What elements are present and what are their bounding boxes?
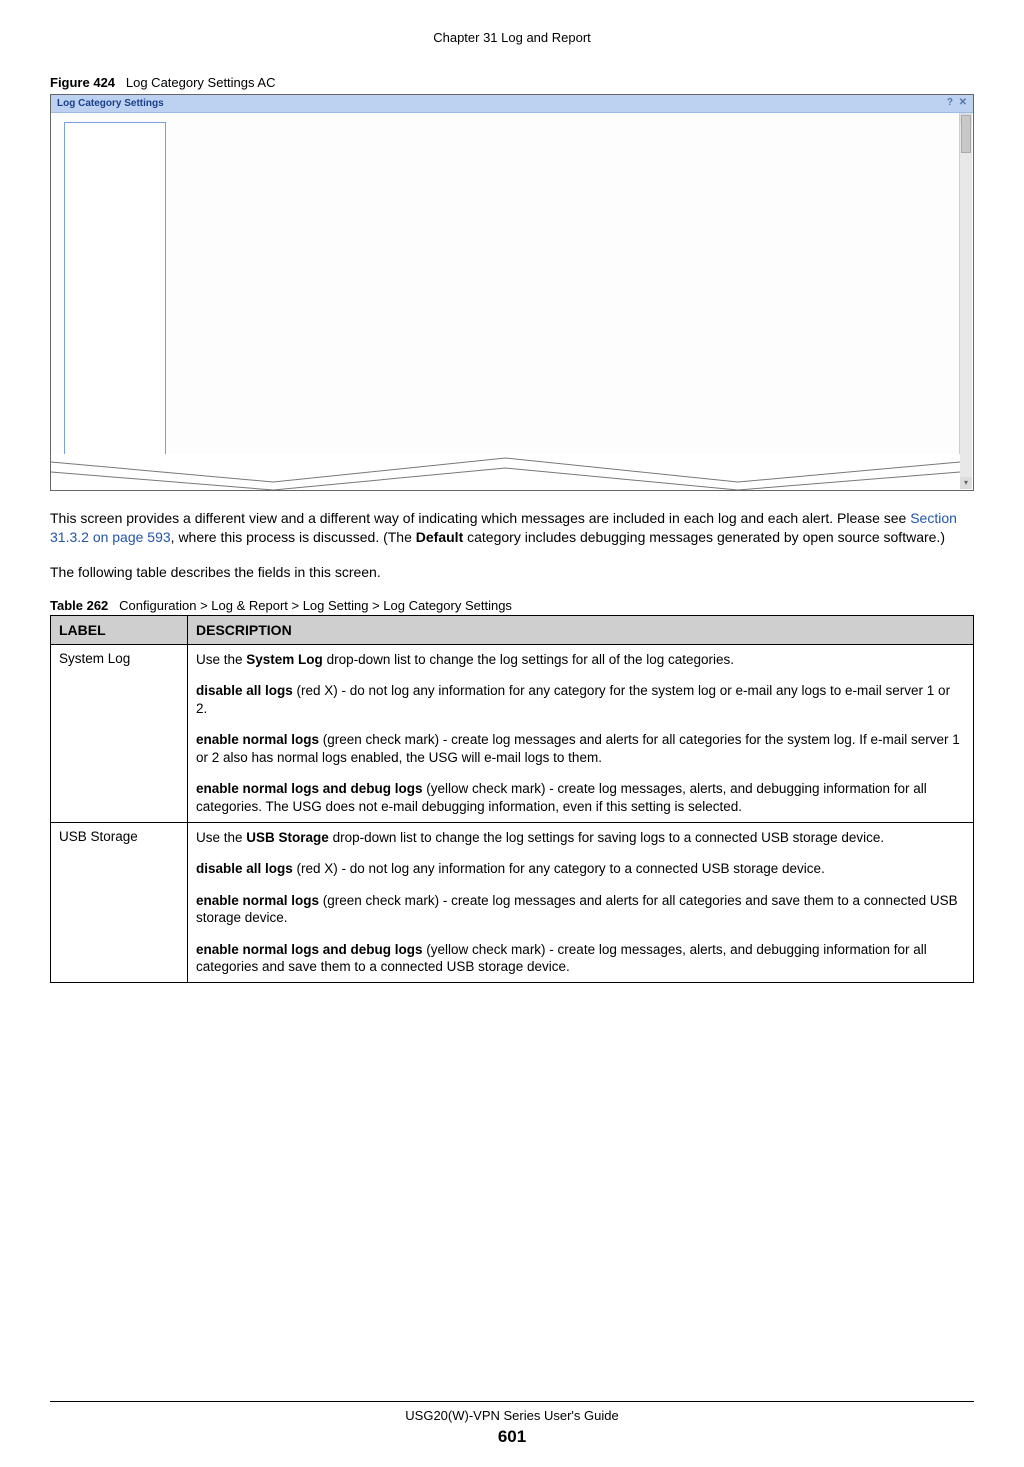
description-table: LABEL DESCRIPTION System Log Use the Sys… — [50, 615, 974, 983]
th-label: LABEL — [51, 615, 188, 644]
scroll-thumb[interactable] — [961, 115, 971, 153]
figure-label: Figure 424 — [50, 75, 115, 90]
table-row: System Log Use the System Log drop-down … — [51, 644, 974, 822]
toolbar: System Log▾USB Storage▾E-mail Server 1▾E… — [61, 121, 963, 491]
close-icon[interactable]: ✕ — [959, 97, 967, 108]
window-titlebar: Log Category Settings ? ✕ — [51, 95, 973, 113]
help-icon[interactable]: ? — [947, 97, 953, 108]
toolbar-dropdown[interactable]: Remote Server 4▾ — [782, 121, 876, 491]
table-caption: Table 262 Configuration > Log & Report >… — [50, 598, 974, 613]
row-label: System Log — [51, 644, 188, 822]
toolbar-dropdown[interactable]: E-mail Server 2▾ — [400, 121, 488, 491]
para-lead: The following table describes the fields… — [50, 563, 974, 582]
footer-page-number: 601 — [0, 1427, 1024, 1447]
scroll-down-icon[interactable]: ▾ — [960, 477, 972, 489]
row-desc: Use the System Log drop-down list to cha… — [188, 644, 974, 822]
figure-text: Log Category Settings AC — [126, 75, 276, 90]
row-desc: Use the USB Storage drop-down list to ch… — [188, 822, 974, 982]
toolbar-dropdown[interactable]: Remote Server 2▾ — [588, 121, 682, 491]
chapter-header: Chapter 31 Log and Report — [50, 30, 974, 45]
scrollbar[interactable]: ▴ ▾ — [959, 113, 972, 489]
th-description: DESCRIPTION — [188, 615, 974, 644]
toolbar-dropdown[interactable]: E-mail Server 1▾ — [309, 121, 397, 491]
table-row: USB Storage Use the USB Storage drop-dow… — [51, 822, 974, 982]
footer-guide: USG20(W)-VPN Series User's Guide — [0, 1408, 1024, 1423]
toolbar-icon — [64, 122, 166, 491]
para-intro: This screen provides a different view an… — [50, 509, 974, 547]
page-footer: USG20(W)-VPN Series User's Guide 601 — [0, 1401, 1024, 1447]
toolbar-dropdown[interactable]: Remote Server 1▾ — [491, 121, 585, 491]
toolbar-dropdown[interactable]: Remote Server 3▾ — [685, 121, 779, 491]
screenshot-window: Log Category Settings ? ✕ System Log▾USB… — [50, 94, 974, 491]
window-title: Log Category Settings — [57, 98, 164, 109]
toolbar-dropdown[interactable]: USB Storage▾ — [228, 121, 307, 491]
torn-edge — [51, 454, 960, 490]
figure-caption: Figure 424 Log Category Settings AC — [50, 75, 974, 90]
toolbar-dropdown[interactable]: System Log▾ — [61, 121, 225, 491]
row-label: USB Storage — [51, 822, 188, 982]
